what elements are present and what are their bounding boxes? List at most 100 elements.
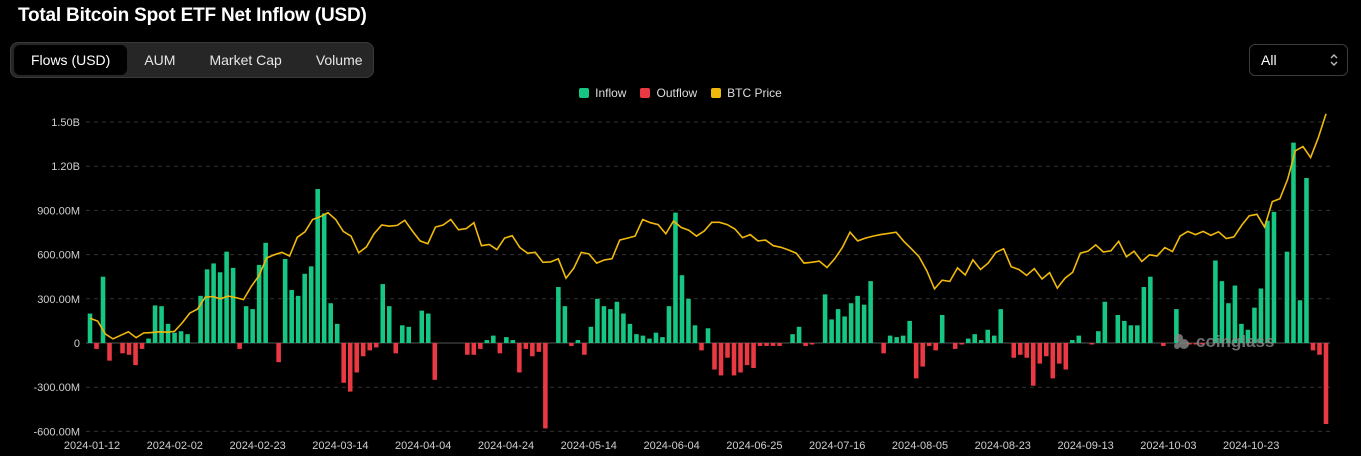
- inflow-bar[interactable]: [315, 189, 320, 343]
- inflow-bar[interactable]: [289, 289, 294, 343]
- inflow-bar[interactable]: [660, 337, 665, 343]
- inflow-bar[interactable]: [621, 313, 626, 343]
- outflow-bar[interactable]: [341, 343, 346, 383]
- inflow-bar[interactable]: [907, 320, 912, 343]
- inflow-bar[interactable]: [965, 338, 971, 343]
- outflow-bar[interactable]: [1030, 343, 1036, 386]
- inflow-bar[interactable]: [562, 306, 568, 343]
- outflow-bar[interactable]: [530, 343, 535, 357]
- outflow-bar[interactable]: [465, 343, 470, 355]
- inflow-bar[interactable]: [686, 298, 691, 343]
- outflow-bar[interactable]: [373, 343, 379, 348]
- inflow-bar[interactable]: [887, 335, 893, 343]
- outflow-bar[interactable]: [757, 343, 763, 346]
- inflow-bar[interactable]: [848, 303, 854, 343]
- outflow-bar[interactable]: [543, 343, 548, 429]
- inflow-bar[interactable]: [399, 325, 405, 343]
- inflow-bar[interactable]: [1135, 325, 1140, 343]
- outflow-bar[interactable]: [751, 343, 756, 369]
- inflow-bar[interactable]: [1070, 340, 1075, 343]
- outflow-bar[interactable]: [360, 343, 366, 357]
- inflow-bar[interactable]: [1284, 251, 1290, 343]
- inflow-bar[interactable]: [998, 309, 1004, 343]
- inflow-bar[interactable]: [705, 328, 711, 343]
- inflow-bar[interactable]: [1122, 320, 1127, 343]
- inflow-bar[interactable]: [1265, 220, 1270, 343]
- inflow-bar[interactable]: [1128, 325, 1134, 343]
- inflow-bar[interactable]: [1297, 300, 1303, 343]
- inflow-bar[interactable]: [822, 294, 828, 343]
- inflow-bar[interactable]: [985, 329, 991, 343]
- outflow-bar[interactable]: [1011, 343, 1017, 358]
- outflow-bar[interactable]: [523, 343, 529, 349]
- outflow-bar[interactable]: [517, 343, 522, 373]
- outflow-bar[interactable]: [1317, 343, 1322, 355]
- inflow-bar[interactable]: [614, 301, 620, 343]
- inflow-bar[interactable]: [673, 212, 678, 343]
- inflow-bar[interactable]: [172, 332, 177, 343]
- inflow-bar[interactable]: [1141, 287, 1147, 343]
- inflow-bar[interactable]: [679, 275, 685, 343]
- outflow-bar[interactable]: [881, 343, 886, 354]
- inflow-bar[interactable]: [640, 335, 646, 343]
- inflow-bar[interactable]: [1148, 276, 1153, 343]
- inflow-bar[interactable]: [1291, 142, 1296, 343]
- outflow-bar[interactable]: [1161, 343, 1166, 346]
- outflow-bar[interactable]: [770, 343, 776, 346]
- outflow-bar[interactable]: [497, 343, 503, 354]
- inflow-bar[interactable]: [1096, 331, 1101, 343]
- outflow-bar[interactable]: [237, 343, 242, 349]
- inflow-bar[interactable]: [634, 334, 639, 343]
- inflow-bar[interactable]: [575, 340, 581, 343]
- outflow-bar[interactable]: [699, 343, 704, 351]
- inflow-bar[interactable]: [855, 295, 860, 343]
- outflow-bar[interactable]: [952, 343, 958, 349]
- outflow-bar[interactable]: [712, 343, 717, 370]
- outflow-bar[interactable]: [1057, 343, 1062, 364]
- outflow-bar[interactable]: [738, 343, 743, 373]
- inflow-bar[interactable]: [146, 338, 151, 343]
- inflow-bar[interactable]: [425, 313, 431, 343]
- inflow-bar[interactable]: [334, 323, 340, 343]
- inflow-bar[interactable]: [491, 335, 496, 343]
- outflow-bar[interactable]: [959, 343, 964, 345]
- inflow-bar[interactable]: [939, 315, 945, 343]
- outflow-bar[interactable]: [471, 343, 477, 355]
- outflow-bar[interactable]: [354, 343, 359, 373]
- outflow-bar[interactable]: [933, 343, 938, 351]
- outflow-bar[interactable]: [803, 343, 808, 346]
- outflow-bar[interactable]: [107, 343, 112, 361]
- inflow-bar[interactable]: [653, 332, 659, 343]
- inflow-bar[interactable]: [1102, 301, 1108, 343]
- inflow-bar[interactable]: [842, 316, 847, 343]
- inflow-bar[interactable]: [152, 305, 158, 343]
- inflow-bar[interactable]: [1076, 335, 1082, 343]
- inflow-bar[interactable]: [510, 340, 516, 343]
- outflow-bar[interactable]: [582, 343, 587, 355]
- inflow-bar[interactable]: [419, 310, 425, 343]
- outflow-bar[interactable]: [347, 343, 353, 392]
- outflow-bar[interactable]: [367, 343, 373, 351]
- inflow-bar[interactable]: [178, 331, 184, 343]
- inflow-bar[interactable]: [380, 284, 386, 343]
- outflow-bar[interactable]: [1089, 343, 1095, 345]
- inflow-bar[interactable]: [386, 306, 392, 343]
- outflow-bar[interactable]: [1017, 343, 1023, 355]
- inflow-bar[interactable]: [608, 309, 613, 343]
- outflow-bar[interactable]: [1063, 343, 1069, 370]
- outflow-bar[interactable]: [731, 343, 737, 376]
- inflow-bar[interactable]: [861, 304, 867, 343]
- inflow-bar[interactable]: [1115, 315, 1121, 343]
- inflow-bar[interactable]: [666, 306, 672, 343]
- inflow-bar[interactable]: [978, 340, 984, 343]
- outflow-bar[interactable]: [432, 343, 438, 380]
- outflow-bar[interactable]: [1043, 343, 1049, 357]
- inflow-bar[interactable]: [868, 281, 873, 343]
- inflow-bar[interactable]: [588, 326, 594, 343]
- inflow-bar[interactable]: [790, 334, 795, 343]
- inflow-bar[interactable]: [204, 269, 210, 343]
- outflow-bar[interactable]: [94, 343, 99, 349]
- inflow-bar[interactable]: [627, 323, 633, 343]
- outflow-bar[interactable]: [1310, 343, 1316, 351]
- outflow-bar[interactable]: [777, 343, 782, 346]
